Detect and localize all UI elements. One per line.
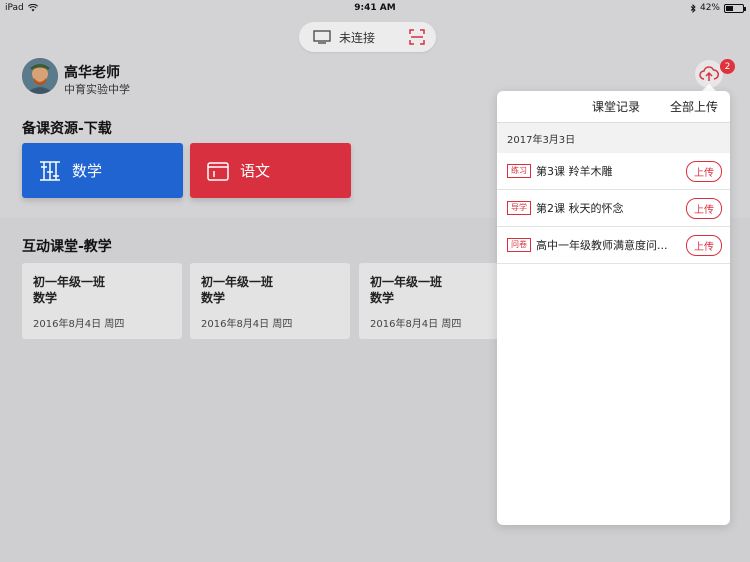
clock: 9:41 AM [354, 3, 396, 13]
class-name: 初一年级一班 [201, 275, 274, 289]
ruler-icon [40, 160, 60, 181]
class-card[interactable]: 初一年级一班 数学 2016年8月4日 周四 [22, 263, 182, 339]
class-name: 初一年级一班 [33, 275, 106, 289]
bluetooth-icon [690, 3, 696, 13]
battery-icon [724, 3, 746, 13]
record-title: 高中一年级教师满意度问... [536, 239, 668, 252]
scan-icon[interactable] [408, 28, 426, 46]
subject-card-chinese[interactable]: 语文 [190, 143, 351, 198]
teacher-name: 高华老师 [64, 65, 120, 81]
school-name: 中育实验中学 [64, 83, 130, 96]
class-subject: 数学 [370, 291, 395, 305]
record-date-header: 2017年3月3日 [497, 123, 730, 153]
book-icon [207, 161, 229, 181]
record-row: 导学 第2课 秋天的怀念 上传 [497, 190, 730, 227]
status-bar: iPad 9:41 AM 42% [0, 0, 750, 16]
upload-popover: 课堂记录 全部上传 2017年3月3日 练习 第3课 羚羊木雕 上传 导学 第2… [497, 91, 730, 525]
record-row: 问卷 高中一年级教师满意度问... 上传 [497, 227, 730, 264]
avatar[interactable] [22, 58, 58, 94]
subject-card-math[interactable]: 数学 [22, 143, 183, 198]
class-date: 2016年8月4日 周四 [201, 319, 293, 330]
class-date: 2016年8月4日 周四 [33, 319, 125, 330]
popover-header: 课堂记录 全部上传 [497, 91, 730, 123]
class-name: 初一年级一班 [370, 275, 443, 289]
class-subject: 数学 [201, 291, 226, 305]
connection-status: 未连接 [339, 30, 376, 45]
record-title: 第2课 秋天的怀念 [536, 202, 624, 215]
class-subject: 数学 [33, 291, 58, 305]
class-record-tab[interactable]: 课堂记录 [592, 98, 640, 115]
record-upload-button[interactable]: 上传 [686, 234, 722, 256]
class-date: 2016年8月4日 周四 [370, 319, 462, 330]
record-type-tag: 导学 [507, 201, 531, 215]
avatar-image [22, 58, 58, 94]
connection-pill[interactable]: 未连接 [299, 22, 436, 52]
upload-all-button[interactable]: 全部上传 [670, 98, 718, 115]
record-type-tag: 练习 [507, 164, 531, 178]
subject-label: 数学 [72, 162, 103, 180]
record-upload-button[interactable]: 上传 [686, 160, 722, 182]
monitor-icon [313, 30, 331, 44]
upload-count-badge: 2 [720, 59, 735, 74]
subject-label: 语文 [240, 162, 271, 180]
cloud-upload-icon [699, 66, 719, 81]
record-type-tag: 问卷 [507, 238, 531, 252]
battery-percent: 42% [699, 3, 720, 13]
class-card[interactable]: 初一年级一班 数学 2016年8月4日 周四 [359, 263, 519, 339]
record-upload-button[interactable]: 上传 [686, 197, 722, 219]
classroom-section-title: 互动课堂-教学 [22, 239, 112, 255]
prep-section-title: 备课资源-下载 [22, 121, 112, 137]
class-card[interactable]: 初一年级一班 数学 2016年8月4日 周四 [190, 263, 350, 339]
record-title: 第3课 羚羊木雕 [536, 165, 613, 178]
record-row: 练习 第3课 羚羊木雕 上传 [497, 153, 730, 190]
